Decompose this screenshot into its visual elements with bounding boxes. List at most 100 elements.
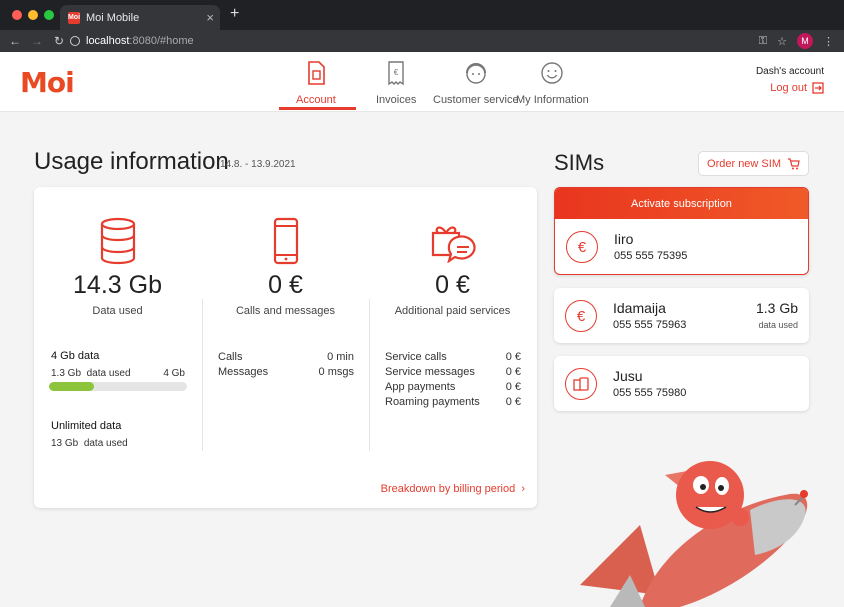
reload-icon[interactable]: ↻ xyxy=(48,34,70,48)
menu-icon[interactable]: ⋮ xyxy=(823,35,834,48)
activate-subscription-button[interactable]: Activate subscription xyxy=(555,188,808,219)
euro-icon: € xyxy=(565,300,597,332)
chevron-right-icon: › xyxy=(518,483,525,495)
calls-detail-label: Calls xyxy=(218,351,243,363)
usage-card: 14.3 Gb Data used 4 Gb data 1.3 Gb data … xyxy=(34,187,537,508)
nav-invoices[interactable]: € Invoices xyxy=(376,60,416,106)
unlimited-plan-title: Unlimited data xyxy=(51,420,122,432)
calls-detail-row: Calls 0 min xyxy=(218,350,354,365)
service-detail-row: Service messages 0 € xyxy=(385,365,521,380)
browser-tab[interactable]: Moi Moi Mobile × xyxy=(60,5,220,30)
nav-customer-service[interactable]: Customer service xyxy=(433,60,519,106)
sim-name: Jusu xyxy=(613,368,643,384)
nav-account[interactable]: Account xyxy=(296,60,336,106)
calls-details: Calls 0 min Messages 0 msgs xyxy=(218,350,354,380)
sim-card-jusu[interactable]: Jusu 055 555 75980 xyxy=(554,356,809,411)
url-path: :8080/#home xyxy=(129,35,194,47)
service-detail-label: Roaming payments xyxy=(385,396,480,408)
calls-value: 0 € xyxy=(268,271,303,299)
calls-column: 0 € Calls and messages Calls 0 min Message… xyxy=(202,187,369,508)
customer-service-icon xyxy=(465,63,486,84)
sim-phone-icon xyxy=(565,368,597,400)
sim-number: 055 555 75395 xyxy=(614,250,688,262)
data-used-label: Data used xyxy=(92,305,143,317)
info-icon xyxy=(70,36,80,46)
tab-title: Moi Mobile xyxy=(86,11,140,24)
maximize-window-button[interactable] xyxy=(44,10,54,20)
minimize-window-button[interactable] xyxy=(28,10,38,20)
address-bar[interactable]: localhost:8080/#home xyxy=(70,30,194,52)
active-nav-indicator xyxy=(279,107,356,110)
services-label: Additional paid services xyxy=(394,305,511,317)
sims-title: SIMs xyxy=(554,150,605,175)
favicon-icon: Moi xyxy=(68,11,80,24)
cart-icon xyxy=(787,157,800,169)
services-column: 0 € Additional paid services Service cal… xyxy=(369,187,536,508)
service-detail-row: App payments 0 € xyxy=(385,380,521,395)
sim-card-idamaija[interactable]: € Idamaija 055 555 75963 1.3 Gb data use… xyxy=(554,288,809,343)
nav-my-information-label: My Information xyxy=(516,94,589,106)
data-used-value: 14.3 Gb xyxy=(73,271,162,299)
database-icon xyxy=(100,217,135,265)
calls-detail-label: Messages xyxy=(218,366,269,378)
breakdown-label: Breakdown by billing period xyxy=(380,483,516,495)
phone-icon xyxy=(273,217,298,265)
gift-message-icon xyxy=(431,226,476,263)
data-usage-column: 14.3 Gb Data used 4 Gb data 1.3 Gb data … xyxy=(34,187,201,508)
breakdown-link[interactable]: Breakdown by billing period › xyxy=(381,483,525,495)
star-icon[interactable]: ☆ xyxy=(777,35,787,48)
service-detail-label: Service calls xyxy=(385,351,447,363)
unlimited-used-label: data used xyxy=(83,438,128,449)
order-new-sim-label: Order new SIM xyxy=(707,157,781,170)
browser-tab-bar: Moi Moi Mobile × + xyxy=(0,0,844,30)
logout-link[interactable]: Log out xyxy=(770,82,824,94)
sim-card-iiro[interactable]: Activate subscription € Iiro 055 555 753… xyxy=(554,187,809,275)
new-tab-icon[interactable]: + xyxy=(230,5,239,23)
sim-data-label: data used xyxy=(758,320,798,330)
calls-detail-row: Messages 0 msgs xyxy=(218,365,354,380)
service-detail-value: 0 € xyxy=(505,396,521,408)
order-new-sim-button[interactable]: Order new SIM xyxy=(698,151,809,176)
calls-detail-value: 0 msgs xyxy=(318,366,354,378)
logout-label: Log out xyxy=(770,82,807,94)
sim-number: 055 555 75980 xyxy=(613,387,687,399)
service-detail-value: 0 € xyxy=(505,366,521,378)
service-detail-row: Service calls 0 € xyxy=(385,350,521,365)
calls-label: Calls and messages xyxy=(235,305,336,317)
service-detail-row: Roaming payments 0 € xyxy=(385,395,521,410)
plan-limit: 4 Gb xyxy=(163,368,185,379)
services-value: 0 € xyxy=(435,271,470,299)
window-controls xyxy=(12,10,54,20)
svg-text:€: € xyxy=(394,68,399,77)
close-tab-icon[interactable]: × xyxy=(206,10,214,25)
key-icon[interactable]: ⚿ xyxy=(759,35,767,48)
back-icon[interactable]: ← xyxy=(4,34,26,48)
rocket-mascot-illustration xyxy=(580,461,808,607)
plan-used-label: data used xyxy=(86,368,131,379)
plan-usage-row: 1.3 Gb data used 4 Gb xyxy=(51,368,185,379)
browser-toolbar: ← → ↻ localhost:8080/#home ⚿ ☆ M ⋮ xyxy=(0,30,844,52)
data-progress-bar xyxy=(49,382,187,391)
close-window-button[interactable] xyxy=(12,10,22,20)
plan-title: 4 Gb data xyxy=(51,350,100,362)
data-progress-fill xyxy=(49,382,94,391)
service-detail-value: 0 € xyxy=(505,381,521,393)
billing-period: 14.8. - 13.9.2021 xyxy=(220,159,296,170)
logout-icon xyxy=(812,82,824,94)
url-host: localhost xyxy=(86,35,130,47)
account-name: Dash's account xyxy=(755,66,824,77)
service-detail-value: 0 € xyxy=(505,351,521,363)
invoice-icon: € xyxy=(388,61,404,86)
page-title: Usage information xyxy=(34,148,229,175)
moi-logo[interactable]: Moi xyxy=(20,66,75,99)
nav-my-information[interactable]: My Information xyxy=(516,60,589,106)
unlimited-usage-row: 13 Gb data used xyxy=(51,438,128,449)
plan-used: 1.3 Gb xyxy=(51,368,82,379)
service-detail-label: Service messages xyxy=(385,366,475,378)
sim-name: Idamaija xyxy=(613,300,666,316)
forward-icon[interactable]: → xyxy=(26,34,48,48)
app-header: Moi Account € Invoices Customer service … xyxy=(0,52,844,112)
service-detail-label: App payments xyxy=(385,381,456,393)
nav-invoices-label: Invoices xyxy=(376,94,417,106)
profile-avatar[interactable]: M xyxy=(797,33,813,49)
